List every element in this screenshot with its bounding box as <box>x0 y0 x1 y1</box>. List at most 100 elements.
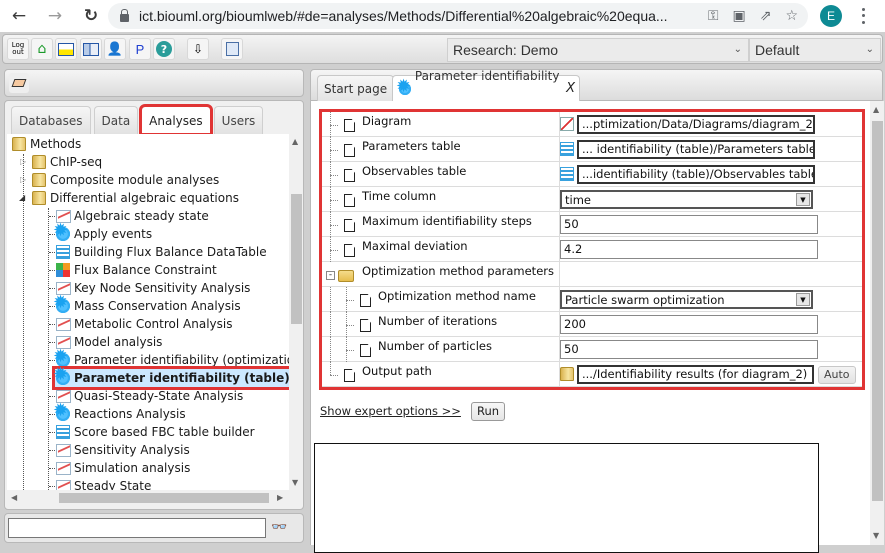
scroll-left-icon[interactable]: ◀ <box>11 493 17 502</box>
user-icon: 👤 <box>106 41 124 57</box>
tab-analyses[interactable]: Analyses <box>139 104 213 136</box>
share-icon[interactable]: ⇗ <box>760 8 772 24</box>
param-path-field[interactable]: .../Identifiability results (for diagram… <box>577 365 814 384</box>
panel-button[interactable] <box>80 38 102 60</box>
tree-item[interactable]: Sensitivity Analysis <box>55 441 190 459</box>
translate-icon[interactable]: ▣ <box>732 8 745 24</box>
binoculars-icon[interactable]: 👓 <box>271 520 287 535</box>
profile-avatar[interactable]: E <box>820 5 842 27</box>
scroll-thumb[interactable] <box>59 493 269 503</box>
diagram-button[interactable] <box>221 38 243 60</box>
user-button[interactable]: 👤 <box>104 38 126 60</box>
home-button[interactable]: ⌂ <box>31 38 53 60</box>
logout-button[interactable]: Log out <box>7 38 29 60</box>
tree-item[interactable]: Parameter identifiability (table) <box>52 366 289 390</box>
param-row: Maximal deviation 4.2 <box>322 237 862 262</box>
back-button[interactable]: ← <box>8 5 30 27</box>
reload-icon: ↻ <box>83 6 99 26</box>
tab-start-page[interactable]: Start page <box>317 75 395 102</box>
tree-item[interactable]: Reactions Analysis <box>53 402 186 423</box>
tree-item[interactable]: Quasi-Steady-State Analysis <box>55 387 243 405</box>
collapse-button[interactable] <box>9 73 29 93</box>
param-path-field[interactable]: ...ptimization/Data/Diagrams/diagram_2 <box>577 115 815 134</box>
perspective-select[interactable]: Default ⌄ <box>749 38 881 62</box>
param-value: time <box>565 193 591 207</box>
param-select[interactable]: Particle swarm optimization ▼ <box>560 290 813 309</box>
scroll-down-icon[interactable]: ▼ <box>292 478 298 487</box>
tree-connector <box>330 175 338 176</box>
param-input[interactable]: 50 <box>560 340 818 359</box>
tree-item[interactable]: Flux Balance Constraint <box>55 261 217 279</box>
tree-item[interactable]: Key Node Sensitivity Analysis <box>55 279 250 297</box>
auto-button[interactable]: Auto <box>818 366 856 384</box>
panel-icon <box>83 42 99 56</box>
show-expert-options-link[interactable]: Show expert options >> <box>320 404 461 418</box>
document-icon <box>360 319 371 332</box>
tree-node-dae[interactable]: Differential algebraic equations <box>31 189 239 207</box>
tab-data[interactable]: Data <box>93 106 139 134</box>
tree-search-input[interactable] <box>8 518 266 538</box>
eraser-icon <box>11 79 27 87</box>
research-select[interactable]: Research: Demo ⌄ <box>447 38 749 62</box>
param-label: Parameters table <box>362 139 461 153</box>
tree-item[interactable]: Simulation analysis <box>55 459 190 477</box>
tree-node-composite[interactable]: Composite module analyses <box>31 171 219 189</box>
tree-item[interactable]: Mass Conservation Analysis <box>53 294 241 315</box>
param-path-field[interactable]: ...identifiability (table)/Observables t… <box>577 165 815 184</box>
tab-users[interactable]: Users <box>213 106 264 134</box>
param-path-field[interactable]: ... identifiability (table)/Parameters t… <box>577 140 815 159</box>
url-text[interactable]: ict.biouml.org/bioumlweb/#de=analyses/Me… <box>139 8 668 24</box>
dropdown-arrow-icon[interactable]: ▼ <box>796 293 810 306</box>
tab-databases[interactable]: Databases <box>11 106 91 134</box>
close-icon[interactable]: X <box>566 76 575 102</box>
param-input[interactable]: 50 <box>560 215 818 234</box>
tree-item[interactable]: Building Flux Balance DataTable <box>55 243 267 261</box>
tab-parameter-identifiability[interactable]: Parameter identifiability ... X <box>392 69 580 109</box>
layout-button[interactable] <box>55 38 77 60</box>
param-select[interactable]: time ▼ <box>560 190 813 209</box>
folder-icon <box>338 270 354 282</box>
scroll-right-icon[interactable]: ▶ <box>277 493 283 502</box>
tree-item[interactable]: Model analysis <box>55 333 162 351</box>
tree-connector <box>23 154 24 490</box>
collapse-icon[interactable]: ◢ <box>19 193 25 202</box>
tree-item[interactable]: Steady State <box>55 477 151 490</box>
scroll-up-icon[interactable]: ▲ <box>292 137 298 146</box>
help-icon: ? <box>156 41 172 57</box>
table-icon <box>55 424 71 440</box>
scroll-thumb[interactable] <box>291 194 302 324</box>
tree-node-methods[interactable]: Methods <box>11 135 81 153</box>
scroll-up-icon[interactable]: ▲ <box>873 105 879 114</box>
help-button[interactable]: ? <box>153 38 175 60</box>
key-icon[interactable]: ⚿ <box>708 8 719 24</box>
param-label: Maximum identifiability steps <box>362 214 532 228</box>
address-bar[interactable]: ict.biouml.org/bioumlweb/#de=analyses/Me… <box>108 3 808 29</box>
tree-item[interactable]: Algebraic steady state <box>55 207 209 225</box>
tree-vertical-scrollbar[interactable]: ▲ ▼ <box>289 134 303 490</box>
scroll-thumb[interactable] <box>872 121 883 501</box>
menu-icon[interactable] <box>860 6 866 26</box>
param-input[interactable]: 200 <box>560 315 818 334</box>
tree-item[interactable]: Metabolic Control Analysis <box>55 315 232 333</box>
param-input[interactable]: 4.2 <box>560 240 818 259</box>
dropdown-arrow-icon[interactable]: ▼ <box>796 193 810 206</box>
expand-icon[interactable]: ▷ <box>20 157 26 166</box>
import-button[interactable]: ⇩ <box>187 38 209 60</box>
tree-item[interactable]: Apply events <box>53 222 152 243</box>
run-button[interactable]: Run <box>471 402 505 421</box>
star-icon[interactable]: ☆ <box>785 8 798 24</box>
expand-icon[interactable]: ▷ <box>20 175 26 184</box>
document-icon <box>360 294 371 307</box>
collapse-group-icon[interactable]: - <box>326 271 335 280</box>
tree-item[interactable]: Parameter identifiability (optimization) <box>53 348 289 369</box>
p-button[interactable]: P <box>129 38 151 60</box>
scroll-down-icon[interactable]: ▼ <box>873 531 879 540</box>
forward-button[interactable]: → <box>44 5 66 27</box>
tree-horizontal-scrollbar[interactable]: ◀ ▶ <box>7 490 289 506</box>
tree-search-bar: 👓 <box>4 513 304 543</box>
reload-button[interactable]: ↻ <box>80 5 102 27</box>
folder-icon <box>560 367 574 381</box>
tree-item[interactable]: Score based FBC table builder <box>55 423 255 441</box>
tree-node-chip-seq[interactable]: ChIP-seq <box>31 153 102 171</box>
main-vertical-scrollbar[interactable]: ▲ ▼ <box>870 101 884 545</box>
